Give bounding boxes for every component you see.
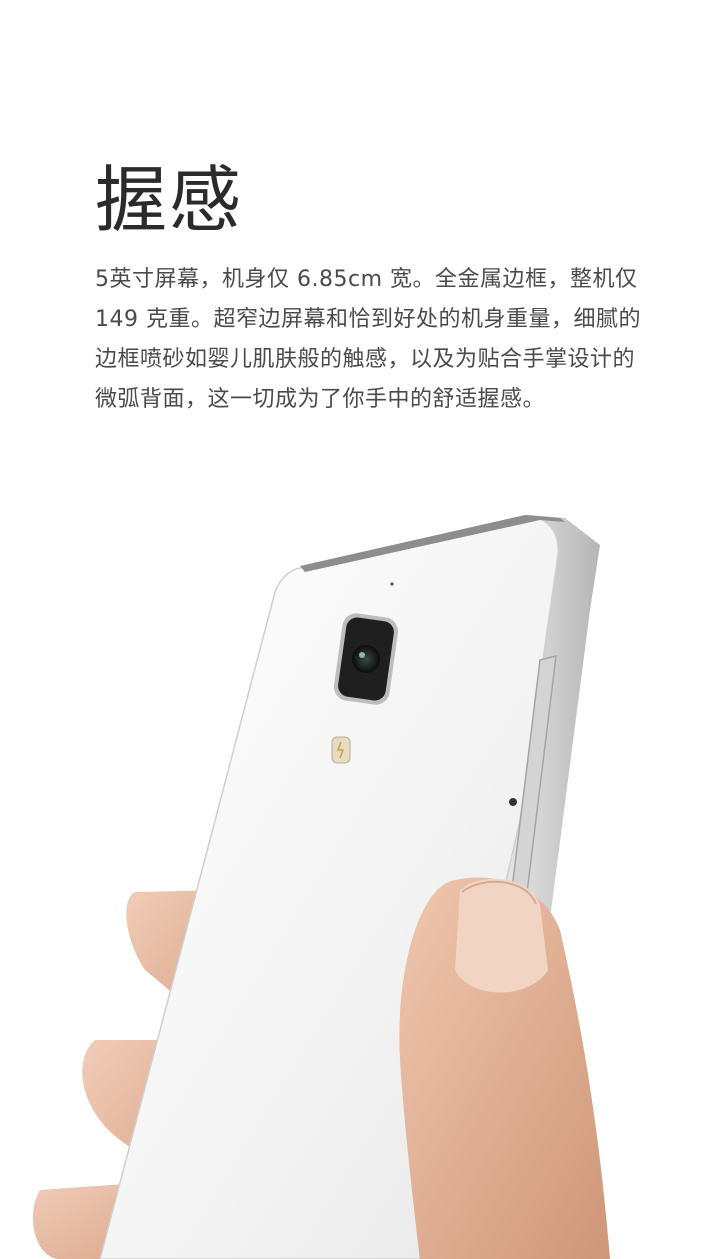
sim-eject-hole xyxy=(509,798,517,806)
description-line: 边框喷砂如婴儿肌肤般的触感，以及为贴合手掌设计的 xyxy=(95,347,636,372)
thumb xyxy=(399,877,610,1259)
microphone-hole xyxy=(390,582,394,586)
section-description: 5英寸屏幕，机身仅 6.85cm 宽。全金属边框，整机仅 149 克重。超窄边屏… xyxy=(95,260,641,420)
description-line: 149 克重。超窄边屏幕和恰到好处的机身重量，细腻的 xyxy=(95,307,641,332)
description-line: 微弧背面，这一切成为了你手中的舒适握感。 xyxy=(95,387,546,412)
description-line: 5英寸屏幕，机身仅 6.85cm 宽。全金属边框，整机仅 xyxy=(95,267,638,292)
camera-lens-icon xyxy=(352,645,380,673)
phone-in-hand-image xyxy=(32,515,610,1259)
section-title: 握感 xyxy=(95,158,244,242)
